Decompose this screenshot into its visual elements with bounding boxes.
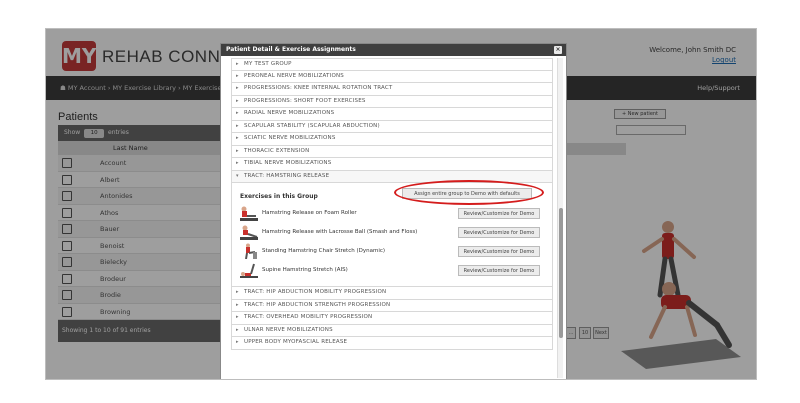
group-label: TRACT: HIP ABDUCTION STRENGTH PROGRESSIO… <box>244 301 391 308</box>
chevron-right-icon: ▸ <box>236 72 239 79</box>
chevron-right-icon: ▸ <box>236 122 239 129</box>
chevron-right-icon: ▸ <box>236 339 239 345</box>
exercise-group[interactable]: ▸ MY TEST GROUP <box>231 58 553 71</box>
exercise-row: Supine Hamstring Stretch (AIS) Review/Cu… <box>240 262 540 280</box>
exercise-name: Hamstring Release on Foam Roller <box>262 210 357 216</box>
close-icon[interactable]: × <box>554 46 562 54</box>
chevron-right-icon: ▸ <box>236 314 239 320</box>
review-customize-button[interactable]: Review/Customize for Demo <box>458 208 540 219</box>
exercise-group[interactable]: ▸ TRACT: HIP ABDUCTION MOBILITY PROGRESSI… <box>231 287 553 300</box>
group-label: SCIATIC NERVE MOBILIZATIONS <box>244 135 336 141</box>
group-label: TRACT: HAMSTRING RELEASE <box>244 172 330 179</box>
exercise-row: Standing Hamstring Chair Stretch (Dynami… <box>240 243 540 261</box>
exercise-group[interactable]: ▸ PROGRESSIONS: KNEE INTERNAL ROTATION TR… <box>231 83 553 96</box>
group-label: ULNAR NERVE MOBILIZATIONS <box>244 326 333 333</box>
exercise-group[interactable]: ▸ RADIAL NERVE MOBILIZATIONS <box>231 108 553 121</box>
group-label: TRACT: HIP ABDUCTION MOBILITY PROGRESSIO… <box>244 289 387 295</box>
chevron-right-icon: ▸ <box>236 85 239 91</box>
chevron-right-icon: ▸ <box>236 289 239 295</box>
review-customize-button[interactable]: Review/Customize for Demo <box>458 265 540 276</box>
highlight-annotation <box>394 180 544 205</box>
exercise-group[interactable]: ▸ PROGRESSIONS: SHORT FOOT EXERCISES <box>231 95 553 108</box>
exercise-group[interactable]: ▸ TRACT: OVERHEAD MOBILITY PROGRESSION <box>231 312 553 325</box>
group-exercises-panel: Exercises in this Group Assign entire gr… <box>231 180 553 287</box>
chevron-right-icon: ▸ <box>236 326 239 333</box>
exercise-group[interactable]: ▸ ULNAR NERVE MOBILIZATIONS <box>231 324 553 337</box>
chair-stretch-thumbnail <box>245 243 257 259</box>
chevron-right-icon: ▸ <box>236 301 239 308</box>
exercise-group[interactable]: ▸ UPPER BODY MYOFASCIAL RELEASE <box>231 337 553 350</box>
group-label: MY TEST GROUP <box>244 61 292 67</box>
modal-title-bar: Patient Detail & Exercise Assignments × <box>221 44 566 56</box>
review-customize-button[interactable]: Review/Customize for Demo <box>458 246 540 257</box>
chevron-right-icon: ▸ <box>236 147 239 154</box>
exercise-name: Standing Hamstring Chair Stretch (Dynami… <box>262 248 386 254</box>
app-window: MY REHAB CONNECTION Welcome, John Smith … <box>45 28 757 380</box>
exercise-group-list: ▸ MY TEST GROUP ▸ PERONEAL NERVE MOBILIZAT… <box>231 58 553 379</box>
group-label: TIBIAL NERVE MOBILIZATIONS <box>244 160 332 166</box>
chevron-right-icon: ▸ <box>236 110 239 116</box>
exercise-name: Supine Hamstring Stretch (AIS) <box>262 267 348 273</box>
foam-roller-thumbnail <box>240 206 258 221</box>
exercise-group[interactable]: ▸ TRACT: HIP ABDUCTION STRENGTH PROGRESSI… <box>231 299 553 312</box>
group-label: PROGRESSIONS: KNEE INTERNAL ROTATION TRA… <box>244 85 393 91</box>
exercise-group[interactable]: ▸ THORACIC EXTENSION <box>231 145 553 158</box>
group-label: SCAPULAR STABILITY (SCAPULAR ABDUCTION) <box>244 122 380 129</box>
exercise-group[interactable]: ▸ PERONEAL NERVE MOBILIZATIONS <box>231 70 553 83</box>
group-label: PERONEAL NERVE MOBILIZATIONS <box>244 72 344 79</box>
exercise-row: Hamstring Release on Foam Roller Review/… <box>240 205 540 223</box>
supine-stretch-thumbnail <box>240 263 258 278</box>
chevron-down-icon: ▾ <box>236 172 239 179</box>
group-label: TRACT: OVERHEAD MOBILITY PROGRESSION <box>244 314 373 320</box>
exercise-row: Hamstring Release with Lacrosse Ball (Sm… <box>240 224 540 242</box>
exercise-group[interactable]: ▸ SCIATIC NERVE MOBILIZATIONS <box>231 133 553 146</box>
modal-title: Patient Detail & Exercise Assignments <box>226 46 356 53</box>
chevron-right-icon: ▸ <box>236 61 239 67</box>
review-customize-button[interactable]: Review/Customize for Demo <box>458 227 540 238</box>
group-label: UPPER BODY MYOFASCIAL RELEASE <box>244 339 348 345</box>
group-label: RADIAL NERVE MOBILIZATIONS <box>244 110 335 116</box>
lacrosse-ball-thumbnail <box>240 225 258 240</box>
group-label: PROGRESSIONS: SHORT FOOT EXERCISES <box>244 97 366 104</box>
exercise-group[interactable]: ▸ TIBIAL NERVE MOBILIZATIONS <box>231 158 553 171</box>
exercise-group[interactable]: ▸ SCAPULAR STABILITY (SCAPULAR ABDUCTION) <box>231 120 553 133</box>
chevron-right-icon: ▸ <box>236 160 239 166</box>
exercise-name: Hamstring Release with Lacrosse Ball (Sm… <box>262 229 418 235</box>
scrollbar-thumb[interactable] <box>559 208 563 338</box>
chevron-right-icon: ▸ <box>236 97 239 104</box>
patient-detail-modal: Patient Detail & Exercise Assignments × … <box>220 43 567 379</box>
modal-scrollbar[interactable] <box>557 58 563 378</box>
group-label: THORACIC EXTENSION <box>244 147 310 154</box>
exercises-heading: Exercises in this Group <box>240 193 318 200</box>
chevron-right-icon: ▸ <box>236 135 239 141</box>
